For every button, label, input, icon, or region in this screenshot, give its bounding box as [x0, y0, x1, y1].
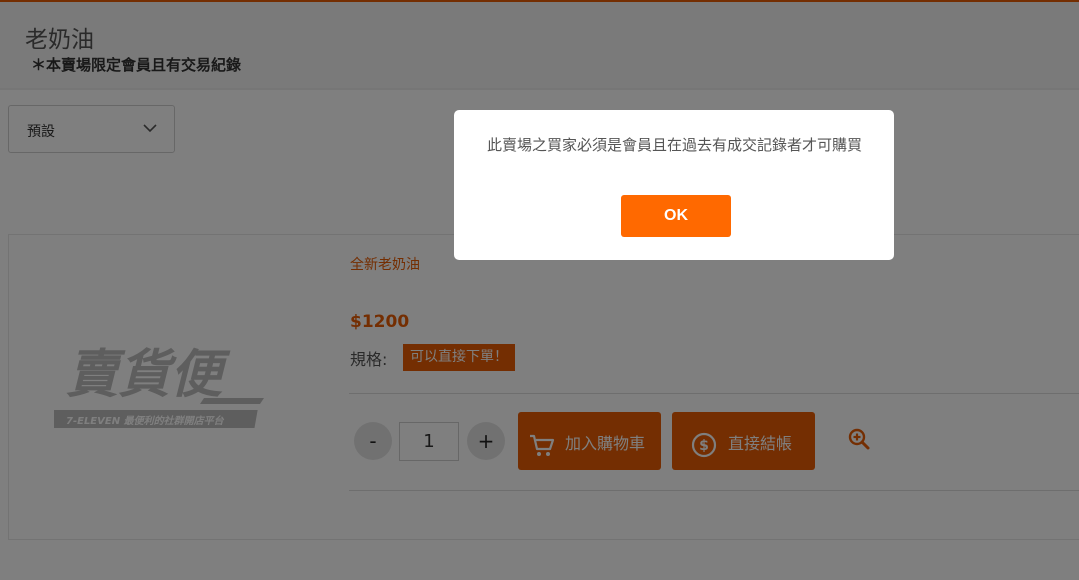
modal-overlay	[0, 0, 1079, 580]
alert-dialog: 此賣場之買家必須是會員且在過去有成交記錄者才可購買 OK	[454, 110, 894, 260]
ok-button[interactable]: OK	[621, 195, 731, 237]
alert-message: 此賣場之買家必須是會員且在過去有成交記錄者才可購買	[487, 136, 863, 154]
